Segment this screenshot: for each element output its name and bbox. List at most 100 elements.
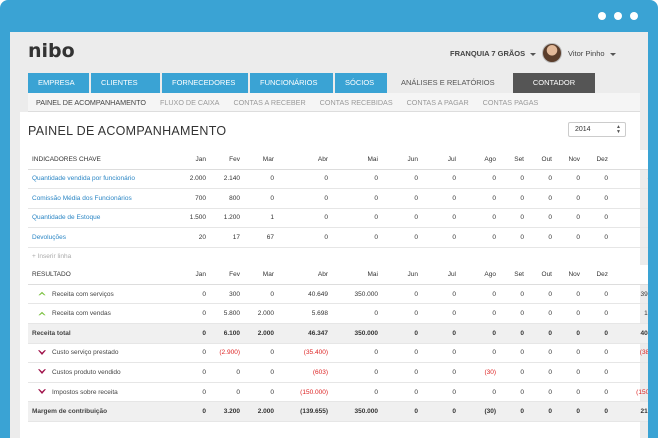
indicator-link[interactable]: Quantidade de Estoque <box>28 208 168 229</box>
column-header: Ano <box>612 265 648 285</box>
table-cell: 0 <box>244 343 278 364</box>
table-cell: (603) <box>278 362 332 383</box>
table-cell: 215.514 <box>612 401 648 423</box>
table-cell: 0 <box>332 208 382 229</box>
table-cell: 350.000 <box>332 401 382 423</box>
table-cell: 0 <box>460 188 500 209</box>
table-cell: 0 <box>422 382 460 403</box>
table-cell: 0 <box>382 343 422 364</box>
table-cell: 0 <box>584 323 612 344</box>
table-cell: (2.900) <box>210 343 244 364</box>
table-row: Comissão Média dos Funcionários 700 800 0 0 0… <box>28 188 648 209</box>
tab-clientes[interactable]: CLIENTES <box>91 73 160 93</box>
table-cell: 0 <box>584 208 612 229</box>
table-cell: 0 <box>382 323 422 344</box>
row-label-cell: Impostos sobre receita <box>28 382 168 403</box>
table-cell: 0 <box>278 188 332 209</box>
table-cell: 0 <box>382 382 422 403</box>
table-cell: 0 <box>584 362 612 383</box>
avatar[interactable] <box>542 43 562 63</box>
column-header: Mar <box>244 265 278 285</box>
table-cell: 0 <box>584 401 612 423</box>
table-cell: 0 <box>528 284 556 305</box>
table-body: INDICADORES CHAVE Jan Fev Mar Abr Mai Jun Jul Ag… <box>28 150 648 423</box>
table-cell: 0 <box>168 382 210 403</box>
table-cell: (150.000) <box>278 382 332 403</box>
resultado-header: RESULTADO <box>28 265 168 285</box>
row-label: Margem de contribuição <box>32 408 108 416</box>
user-menu[interactable]: Vitor Pinho <box>568 49 616 58</box>
table-cell: 0 <box>528 208 556 229</box>
table-cell: 0 <box>244 188 278 209</box>
browser-frame: nibo FRANQUIA 7 GRÃOS Vitor Pinho EMPRES… <box>0 0 658 438</box>
table-cell: 0 <box>422 362 460 383</box>
cost-down-icon <box>38 369 46 375</box>
revenue-up-icon <box>38 311 46 316</box>
table-cell: 0 <box>460 227 500 248</box>
table-cell: 0 <box>332 303 382 325</box>
tab-fornecedores[interactable]: FORNECEDORES <box>162 73 248 93</box>
column-header: Ago <box>460 265 500 285</box>
subnav-contas-pagas[interactable]: CONTAS PAGAS <box>483 98 539 107</box>
table-cell: 1.500 <box>168 208 210 229</box>
subnav-contas-recebidas[interactable]: CONTAS RECEBIDAS <box>320 98 393 107</box>
column-header: Abr <box>278 265 332 285</box>
table-cell: 0 <box>210 362 244 383</box>
resultado-header-row: RESULTADO Jan Fev Mar Abr Mai Jun Jul Ago Set Out N… <box>28 265 648 285</box>
table-cell: 0 <box>528 169 556 190</box>
subnav-contas-receber[interactable]: CONTAS A RECEBER <box>233 98 305 107</box>
column-header: Out <box>528 150 556 170</box>
row-label-cell: Receita com vendas <box>28 303 168 325</box>
tab-funcionarios[interactable]: FUNCIONÁRIOS <box>250 73 333 93</box>
tab-contador[interactable]: CONTADOR <box>513 73 595 93</box>
column-header: Jul <box>422 265 460 285</box>
year-select[interactable]: 2014 ▲ ▼ <box>568 122 626 137</box>
table-cell: (38.300) <box>612 343 648 364</box>
indicator-link[interactable]: Comissão Média dos Funcionários <box>28 188 168 209</box>
column-header: Dez <box>584 150 612 170</box>
company-selector[interactable]: FRANQUIA 7 GRÃOS <box>450 49 537 58</box>
tab-socios[interactable]: SÓCIOS <box>335 73 387 93</box>
table-cell: 0 <box>584 343 612 364</box>
column-header: Jun <box>382 150 422 170</box>
subnav-fluxo-caixa[interactable]: FLUXO DE CAIXA <box>160 98 220 107</box>
table-cell: (633) <box>612 362 648 383</box>
subnav-contas-pagar[interactable]: CONTAS A PAGAR <box>407 98 469 107</box>
table-cell: 0 <box>500 188 528 209</box>
chevron-down-icon <box>609 52 616 56</box>
table-cell: 0 <box>556 208 584 229</box>
table-cell: 0 <box>382 284 422 305</box>
tab-empresa[interactable]: EMPRESA <box>28 73 89 93</box>
table-cell: 0 <box>382 208 422 229</box>
table-cell: 13.498 <box>612 303 648 325</box>
indicator-link[interactable]: Quantidade vendida por funcionário <box>28 169 168 190</box>
table-row: Receita com vendas 0 5.800 2.000 5.698 0 0 0 0 0 0… <box>28 303 648 325</box>
indicator-link[interactable]: Devoluções <box>28 227 168 248</box>
logo-text: nibo <box>28 40 75 62</box>
table-cell: 0 <box>528 343 556 364</box>
logo[interactable]: nibo <box>28 40 75 62</box>
table-row: Receita total 0 6.100 2.000 46.347 350.000 0 0 0… <box>28 323 648 344</box>
table-cell: 0 <box>210 382 244 403</box>
table-cell: 0 <box>422 169 460 190</box>
table-cell: (30) <box>460 401 500 423</box>
row-label: Receita com vendas <box>52 310 111 318</box>
add-row-link[interactable]: + Inserir linha <box>28 247 648 265</box>
table-cell: 5.698 <box>278 303 332 325</box>
subnav-painel[interactable]: PAINEL DE ACOMPANHAMENTO <box>36 98 146 107</box>
row-label: Custos produto vendido <box>52 369 121 377</box>
table-cell: 0 <box>460 323 500 344</box>
table-cell: 0 <box>528 227 556 248</box>
table-cell: 0 <box>500 401 528 423</box>
table-cell: 0 <box>422 323 460 344</box>
window-dot <box>630 12 638 20</box>
table-cell: 0 <box>422 343 460 364</box>
indicadores-header-row: INDICADORES CHAVE Jan Fev Mar Abr Mai Jun Jul Ag… <box>28 150 648 170</box>
tab-analises-relatorios[interactable]: ANÁLISES E RELATÓRIOS <box>389 73 511 93</box>
table-cell: 2.000 <box>244 303 278 325</box>
table-row: Custo serviço prestado 0 (2.900) 0 (35.400) 0… <box>28 343 648 364</box>
table-cell: 0 <box>584 188 612 209</box>
table-cell: 0 <box>168 343 210 364</box>
table-cell: 0 <box>528 362 556 383</box>
table-cell: 0 <box>500 362 528 383</box>
